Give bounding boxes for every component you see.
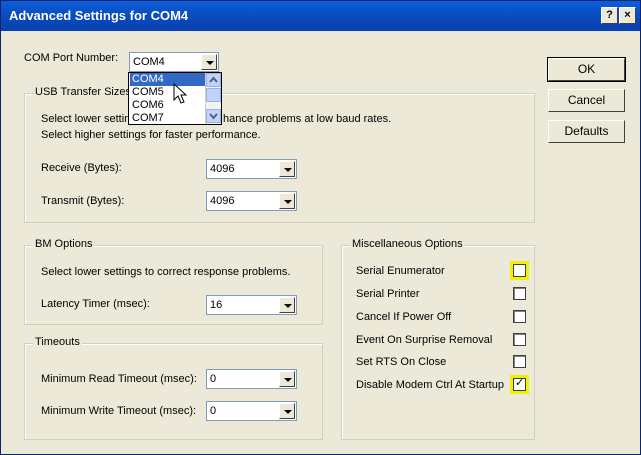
transmit-value: 4096: [210, 195, 235, 207]
usb-transfer-desc-1b: hance problems at low baud rates.: [223, 113, 392, 125]
min-read-timeout-select[interactable]: 0: [206, 369, 297, 389]
advanced-settings-dialog: Advanced Settings for COM4 ? × COM Port …: [0, 0, 641, 455]
scroll-down-arrow-icon[interactable]: [206, 109, 221, 123]
chevron-down-icon[interactable]: [201, 54, 217, 70]
disable-modem-ctrl-checkbox[interactable]: ✓: [513, 377, 526, 391]
chevron-down-icon[interactable]: [279, 161, 295, 177]
usb-transfer-title: USB Transfer Sizes: [33, 86, 133, 98]
bm-options-desc: Select lower settings to correct respons…: [41, 266, 291, 278]
com-port-option-com6[interactable]: COM6: [130, 99, 206, 112]
ok-button[interactable]: OK: [547, 57, 626, 82]
latency-label: Latency Timer (msec):: [41, 298, 150, 310]
scroll-thumb[interactable]: [206, 88, 221, 102]
min-read-timeout-value: 0: [210, 373, 217, 385]
min-write-timeout-label: Minimum Write Timeout (msec):: [41, 405, 197, 417]
scroll-up-arrow-icon[interactable]: [206, 73, 221, 87]
com-port-select[interactable]: COM4: [129, 52, 219, 72]
bm-options-title: BM Options: [33, 238, 95, 250]
mouse-pointer-icon: [173, 83, 188, 104]
checkmark-icon: ✓: [515, 377, 525, 389]
transmit-select[interactable]: 4096: [206, 191, 297, 211]
receive-select[interactable]: 4096: [206, 159, 297, 179]
cancel-button[interactable]: Cancel: [548, 89, 625, 112]
help-button[interactable]: ?: [601, 7, 618, 24]
com-port-option-com7[interactable]: COM7: [130, 112, 206, 125]
usb-transfer-desc-2: Select higher settings for faster perfor…: [41, 129, 261, 141]
set-rts-on-close-checkbox[interactable]: [513, 355, 526, 368]
usb-transfer-desc-1: Select lower settin: [41, 113, 131, 125]
title-bar[interactable]: Advanced Settings for COM4 ? ×: [1, 1, 640, 31]
receive-value: 4096: [210, 163, 235, 175]
close-button[interactable]: ×: [619, 7, 636, 24]
chevron-down-icon[interactable]: [279, 371, 295, 387]
dropdown-scrollbar[interactable]: [205, 73, 221, 124]
min-write-timeout-value: 0: [210, 405, 217, 417]
chevron-down-icon[interactable]: [279, 403, 295, 419]
chevron-down-icon[interactable]: [279, 193, 295, 209]
serial-enumerator-label: Serial Enumerator: [356, 265, 445, 277]
timeouts-title: Timeouts: [33, 336, 82, 348]
misc-options-title: Miscellaneous Options: [350, 238, 465, 250]
set-rts-on-close-label: Set RTS On Close: [356, 356, 447, 368]
serial-printer-label: Serial Printer: [356, 288, 420, 300]
com-port-option-com5[interactable]: COM5: [130, 86, 206, 99]
serial-enumerator-checkbox[interactable]: [513, 264, 526, 277]
chevron-down-icon[interactable]: [279, 297, 295, 313]
latency-value: 16: [210, 299, 223, 311]
event-on-surprise-removal-checkbox[interactable]: [513, 333, 526, 346]
serial-printer-checkbox[interactable]: [513, 287, 526, 300]
timeouts-group: Timeouts: [24, 336, 323, 440]
transmit-label: Transmit (Bytes):: [41, 195, 125, 207]
min-read-timeout-label: Minimum Read Timeout (msec):: [41, 373, 197, 385]
latency-select[interactable]: 16: [206, 295, 297, 315]
defaults-button[interactable]: Defaults: [548, 120, 625, 143]
disable-modem-ctrl-label: Disable Modem Ctrl At Startup: [356, 379, 504, 391]
com-port-option-com4[interactable]: COM4: [130, 73, 206, 86]
cancel-if-power-off-checkbox[interactable]: [513, 310, 526, 323]
cancel-if-power-off-label: Cancel If Power Off: [356, 311, 452, 323]
com-port-value: COM4: [133, 56, 165, 68]
min-write-timeout-select[interactable]: 0: [206, 401, 297, 421]
event-on-surprise-removal-label: Event On Surprise Removal: [356, 334, 493, 346]
window-title: Advanced Settings for COM4: [9, 8, 189, 23]
com-port-label: COM Port Number:: [24, 52, 119, 64]
receive-label: Receive (Bytes):: [41, 162, 122, 174]
